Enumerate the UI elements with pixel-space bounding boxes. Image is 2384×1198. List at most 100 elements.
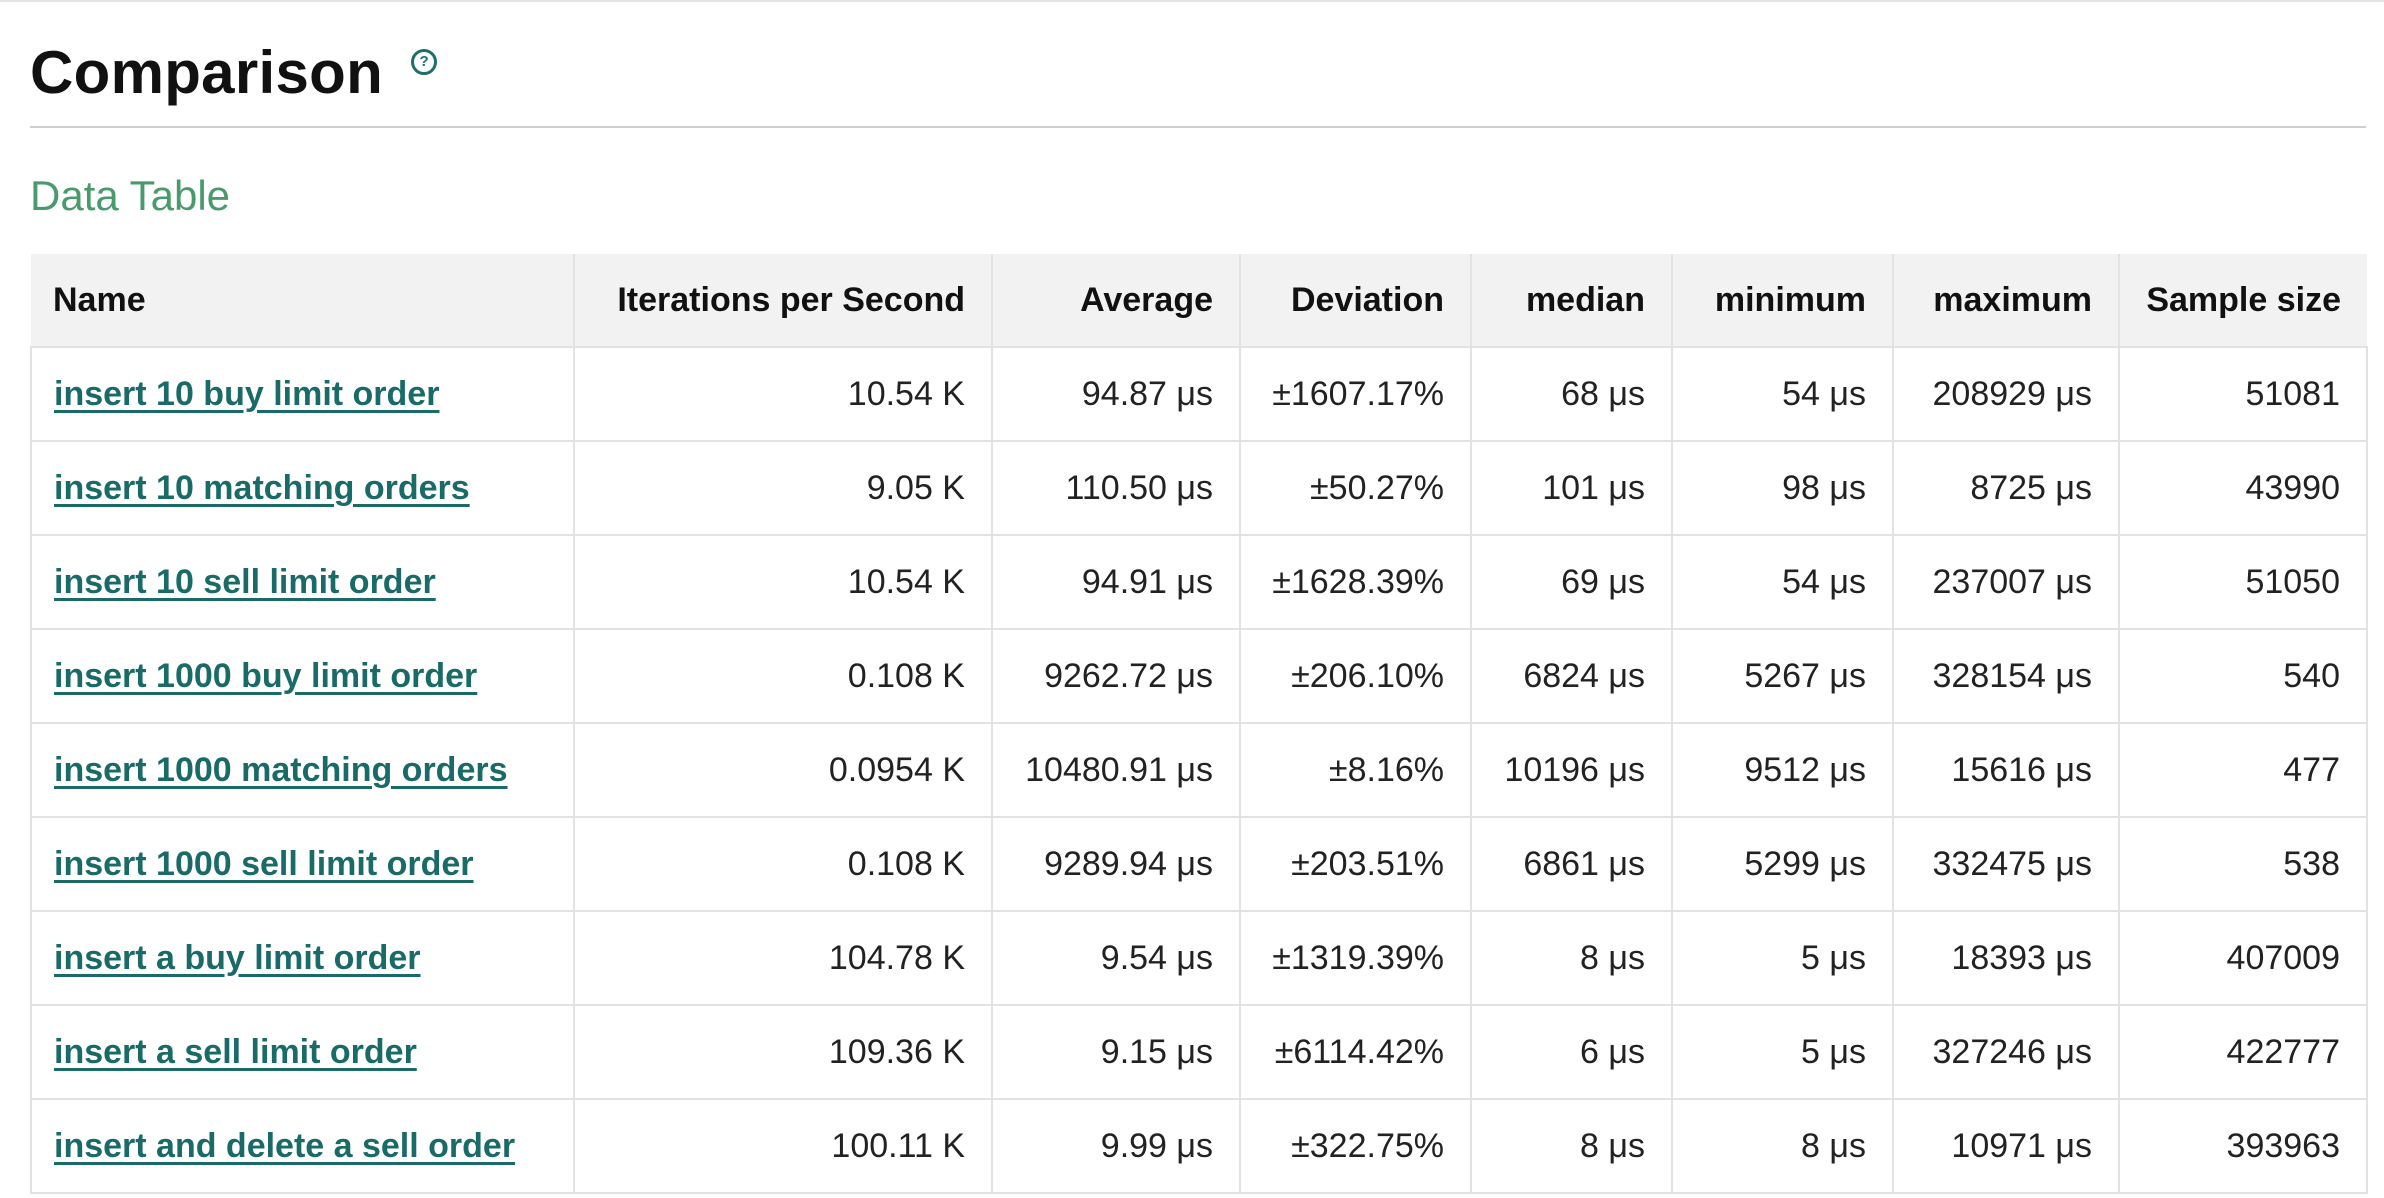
median-cell: 8 μs <box>1471 1098 1673 1194</box>
average-cell: 9.99 μs <box>992 1098 1241 1194</box>
name-cell: insert 1000 buy limit order <box>30 628 575 723</box>
ips-cell: 104.78 K <box>574 910 993 1005</box>
table-row: insert 1000 buy limit order 0.108 K 9262… <box>30 628 2368 723</box>
name-cell: insert and delete a sell order <box>30 1098 575 1194</box>
median-cell: 101 μs <box>1471 440 1673 535</box>
ips-cell: 9.05 K <box>574 440 993 535</box>
sample-size-cell: 422777 <box>2119 1004 2368 1099</box>
ips-cell: 109.36 K <box>574 1004 993 1099</box>
sample-size-cell: 51050 <box>2119 534 2368 629</box>
table-row: insert a sell limit order 109.36 K 9.15 … <box>30 1004 2368 1099</box>
comparison-header: Comparison ? <box>30 0 2366 128</box>
median-cell: 8 μs <box>1471 910 1673 1005</box>
name-cell: insert a buy limit order <box>30 910 575 1005</box>
ips-cell: 10.54 K <box>574 534 993 629</box>
column-header-minimum[interactable]: minimum <box>1672 254 1894 347</box>
deviation-cell: ±1319.39% <box>1240 910 1472 1005</box>
name-cell: insert 10 sell limit order <box>30 534 575 629</box>
benchmark-link[interactable]: insert a buy limit order <box>54 939 421 977</box>
name-cell: insert 1000 sell limit order <box>30 816 575 911</box>
average-cell: 94.91 μs <box>992 534 1241 629</box>
maximum-cell: 10971 μs <box>1893 1098 2120 1194</box>
maximum-cell: 328154 μs <box>1893 628 2120 723</box>
minimum-cell: 5 μs <box>1672 1004 1894 1099</box>
sample-size-cell: 393963 <box>2119 1098 2368 1194</box>
median-cell: 68 μs <box>1471 346 1673 441</box>
benchmark-link[interactable]: insert 1000 sell limit order <box>54 845 474 883</box>
maximum-cell: 332475 μs <box>1893 816 2120 911</box>
median-cell: 6824 μs <box>1471 628 1673 723</box>
column-header-deviation[interactable]: Deviation <box>1240 254 1472 347</box>
average-cell: 9.54 μs <box>992 910 1241 1005</box>
table-row: insert and delete a sell order 100.11 K … <box>30 1098 2368 1194</box>
ips-cell: 10.54 K <box>574 346 993 441</box>
table-row: insert 10 sell limit order 10.54 K 94.91… <box>30 534 2368 629</box>
average-cell: 10480.91 μs <box>992 722 1241 817</box>
maximum-cell: 237007 μs <box>1893 534 2120 629</box>
minimum-cell: 54 μs <box>1672 346 1894 441</box>
maximum-cell: 208929 μs <box>1893 346 2120 441</box>
data-table-title: Data Table <box>30 172 231 219</box>
minimum-cell: 9512 μs <box>1672 722 1894 817</box>
deviation-cell: ±6114.42% <box>1240 1004 1472 1099</box>
benchmark-link[interactable]: insert 10 buy limit order <box>54 375 439 413</box>
sample-size-cell: 43990 <box>2119 440 2368 535</box>
maximum-cell: 8725 μs <box>1893 440 2120 535</box>
maximum-cell: 18393 μs <box>1893 910 2120 1005</box>
table-row: insert 1000 sell limit order 0.108 K 928… <box>30 816 2368 911</box>
benchmark-link[interactable]: insert 10 sell limit order <box>54 563 436 601</box>
minimum-cell: 54 μs <box>1672 534 1894 629</box>
column-header-maximum[interactable]: maximum <box>1893 254 2120 347</box>
column-header-median[interactable]: median <box>1471 254 1673 347</box>
minimum-cell: 98 μs <box>1672 440 1894 535</box>
comparison-section: Comparison ? Data Table Name Iterations … <box>30 0 2368 1194</box>
benchmark-link[interactable]: insert 1000 buy limit order <box>54 657 477 695</box>
column-header-name[interactable]: Name <box>31 254 575 347</box>
deviation-cell: ±1628.39% <box>1240 534 1472 629</box>
table-row: insert 1000 matching orders 0.0954 K 104… <box>30 722 2368 817</box>
ips-cell: 0.108 K <box>574 816 993 911</box>
benchmark-link[interactable]: insert and delete a sell order <box>54 1127 515 1165</box>
median-cell: 6 μs <box>1471 1004 1673 1099</box>
benchmark-link[interactable]: insert a sell limit order <box>54 1033 417 1071</box>
minimum-cell: 5 μs <box>1672 910 1894 1005</box>
average-cell: 9262.72 μs <box>992 628 1241 723</box>
minimum-cell: 5267 μs <box>1672 628 1894 723</box>
median-cell: 69 μs <box>1471 534 1673 629</box>
ips-cell: 0.108 K <box>574 628 993 723</box>
name-cell: insert 10 matching orders <box>30 440 575 535</box>
sample-size-cell: 477 <box>2119 722 2368 817</box>
deviation-cell: ±206.10% <box>1240 628 1472 723</box>
column-header-sample-size[interactable]: Sample size <box>2119 254 2367 347</box>
sample-size-cell: 538 <box>2119 816 2368 911</box>
average-cell: 9.15 μs <box>992 1004 1241 1099</box>
table-row: insert a buy limit order 104.78 K 9.54 μ… <box>30 910 2368 1005</box>
average-cell: 9289.94 μs <box>992 816 1241 911</box>
minimum-cell: 5299 μs <box>1672 816 1894 911</box>
benchmark-link[interactable]: insert 10 matching orders <box>54 469 470 507</box>
median-cell: 10196 μs <box>1471 722 1673 817</box>
average-cell: 110.50 μs <box>992 440 1241 535</box>
comparison-data-table: Name Iterations per Second Average Devia… <box>30 254 2368 1194</box>
benchmark-link[interactable]: insert 1000 matching orders <box>54 751 508 789</box>
sample-size-cell: 51081 <box>2119 346 2368 441</box>
deviation-cell: ±322.75% <box>1240 1098 1472 1194</box>
question-circle-icon[interactable]: ? <box>411 49 438 75</box>
median-cell: 6861 μs <box>1471 816 1673 911</box>
table-row: insert 10 matching orders 9.05 K 110.50 … <box>30 440 2368 535</box>
average-cell: 94.87 μs <box>992 346 1241 441</box>
column-header-ips[interactable]: Iterations per Second <box>574 254 993 347</box>
page-title: Comparison <box>30 39 384 106</box>
deviation-cell: ±8.16% <box>1240 722 1472 817</box>
deviation-cell: ±1607.17% <box>1240 346 1472 441</box>
name-cell: insert 10 buy limit order <box>30 346 575 441</box>
deviation-cell: ±50.27% <box>1240 440 1472 535</box>
sample-size-cell: 540 <box>2119 628 2368 723</box>
name-cell: insert a sell limit order <box>30 1004 575 1099</box>
name-cell: insert 1000 matching orders <box>30 722 575 817</box>
deviation-cell: ±203.51% <box>1240 816 1472 911</box>
sample-size-cell: 407009 <box>2119 910 2368 1005</box>
column-header-average[interactable]: Average <box>992 254 1241 347</box>
table-header-row: Name Iterations per Second Average Devia… <box>31 254 2367 347</box>
maximum-cell: 15616 μs <box>1893 722 2120 817</box>
